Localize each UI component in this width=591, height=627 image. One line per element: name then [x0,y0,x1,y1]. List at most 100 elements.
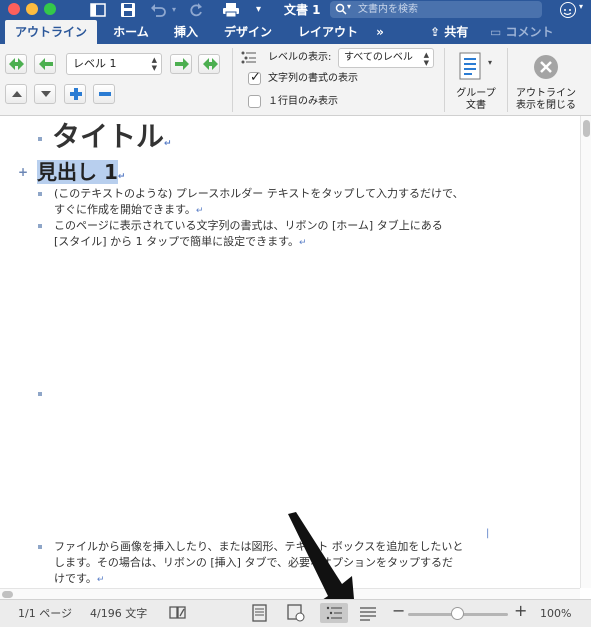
promote-to-heading-button[interactable] [5,54,27,74]
undo-icon[interactable] [150,2,166,18]
outline-paragraph-2[interactable]: このページに表示されている文字列の書式は、リボンの [ホーム] タブ上にある [… [54,218,464,251]
tab-insert[interactable]: 挿入 [164,20,208,44]
ribbon-separator [507,48,508,112]
close-outline-label-1: アウトライン [516,88,576,99]
show-level-select[interactable]: すべてのレベル ▲ ▼ [338,48,434,68]
text-cursor: | [486,528,490,539]
group-document-label-2: 文書 [466,100,486,111]
plus-icon [70,88,82,100]
outline-level-value: レベル 1 [73,57,117,70]
print-layout-view-icon[interactable] [248,603,272,623]
outline-heading-1[interactable]: 見出し 1↵ [37,160,125,189]
demote-to-body-button[interactable] [198,54,220,74]
show-formatting-checkbox[interactable]: ✓ [248,70,261,85]
outline-bullet-empty[interactable] [38,392,42,396]
zoom-in-icon[interactable]: + [514,603,527,619]
outline-level-select[interactable]: レベル 1 ▲ ▼ [66,53,162,75]
outline-bullet[interactable] [38,192,42,196]
horizontal-scroll-thumb[interactable] [2,591,13,598]
paragraph-line: このページに表示されている文字列の書式は、リボンの [ホーム] タブ上にある [54,219,443,232]
vertical-scroll-thumb[interactable] [583,120,590,137]
zoom-window-button[interactable] [44,3,56,15]
print-icon[interactable] [222,2,240,18]
tab-home[interactable]: ホーム [104,20,158,44]
outline-paragraph-1[interactable]: (このテキストのような) プレースホルダー テキストをタップして入力するだけで、… [54,186,464,219]
outline-paragraph-3[interactable]: ファイルから画像を挿入したり、または図形、テキスト ボックスを追加をしたいと し… [54,539,474,588]
triangle-down-icon [41,91,51,97]
ribbon-separator [232,48,233,112]
zoom-percentage[interactable]: 100% [540,607,571,621]
outline-view-icon[interactable] [320,603,348,623]
proofing-icon[interactable] [166,603,190,623]
close-window-button[interactable] [8,3,20,15]
show-levels-icon [241,51,256,64]
group-document-button[interactable]: ▾ グループ 文書 [450,48,502,114]
tab-layout[interactable]: レイアウト [290,20,366,44]
outline-bullet[interactable] [38,137,42,141]
tab-more[interactable]: » [368,20,392,44]
outline-ribbon: レベル 1 ▲ ▼ レベルの表示: すべてのレベル ▲ ▼ ✓ 文字列の書式の表示 … [0,44,591,116]
stepper-arrows-icon: ▲ ▼ [151,56,157,72]
search-placeholder: 文書内を検索 [358,4,418,15]
search-icon [335,3,347,15]
show-level-value: すべてのレベル [344,52,413,63]
ribbon-separator [444,48,445,112]
paragraph-line: ファイルから画像を挿入したり、または図形、テキスト ボックスを追加をしたいと [54,540,464,553]
search-input[interactable]: ▾ 文書内を検索 [330,1,542,18]
promote-button[interactable] [34,54,56,74]
group-document-label-1: グループ [456,88,496,99]
word-count[interactable]: 4/196 文字 [90,607,147,621]
paragraph-line: します。その場合は、リボンの [挿入] タブで、必要なオプションをタップするだ [54,556,454,569]
expand-heading-icon[interactable]: + [18,166,28,178]
demote-button[interactable] [170,54,192,74]
zoom-slider-knob[interactable] [451,607,464,620]
document-title: 文書 1 [284,3,321,17]
vertical-scrollbar[interactable] [580,116,591,588]
zoom-out-icon[interactable]: − [392,603,405,619]
right-arrow-icon [175,58,189,70]
feedback-smiley-icon[interactable] [560,2,576,18]
heading-text: 見出し 1 [37,160,118,184]
paragraph-mark: ↵ [117,172,126,182]
move-down-button[interactable] [34,84,56,104]
first-line-only-label: １行目のみ表示 [268,96,338,107]
expand-button[interactable] [64,84,86,104]
share-button[interactable]: ⇪ 共有 [430,20,468,44]
close-circle-icon [534,55,558,79]
search-options-icon[interactable]: ▾ [347,2,351,11]
outline-bullet[interactable] [38,545,42,549]
minimize-window-button[interactable] [26,3,38,15]
double-left-arrow-icon [9,58,24,70]
move-up-button[interactable] [5,84,27,104]
paragraph-line: (このテキストのような) プレースホルダー テキストをタップして入力するだけで、 [54,187,464,200]
tab-outline[interactable]: アウトライン [5,20,97,44]
paragraph-mark: ↵ [96,575,105,585]
close-outline-view-button[interactable]: アウトライン 表示を閉じる [512,48,580,114]
outline-bullet[interactable] [38,224,42,228]
redo-icon[interactable] [188,2,204,18]
paragraph-mark: ↵ [195,206,204,216]
page-count[interactable]: 1/1 ページ [18,607,72,621]
undo-dropdown-icon[interactable]: ▾ [172,2,176,18]
close-outline-label-2: 表示を閉じる [516,100,576,111]
feedback-dropdown-icon[interactable]: ▾ [579,2,583,11]
outline-title[interactable]: タイトル↵ [52,120,172,161]
show-formatting-label: 文字列の書式の表示 [268,73,358,84]
double-right-arrow-icon [203,58,218,70]
draft-view-icon[interactable] [356,603,380,623]
paragraph-line: けです。 [54,572,97,585]
checkmark-icon: ✓ [250,70,261,85]
paragraph-line: すぐに作成を開始できます。 [54,203,196,216]
share-label: 共有 [444,25,469,39]
comment-icon: ▭ [490,25,502,39]
customize-toolbar-icon[interactable]: ▾ [256,2,261,18]
minus-icon [99,92,111,96]
sidebar-toggle-icon[interactable] [90,2,106,18]
first-line-only-checkbox[interactable] [248,95,261,108]
web-layout-view-icon[interactable] [284,603,308,623]
collapse-button[interactable] [93,84,115,104]
save-icon[interactable] [120,2,136,18]
tab-design[interactable]: デザイン [216,20,280,44]
comment-button[interactable]: ▭ コメント [490,20,554,44]
stepper-arrows-icon: ▲ ▼ [423,51,429,67]
